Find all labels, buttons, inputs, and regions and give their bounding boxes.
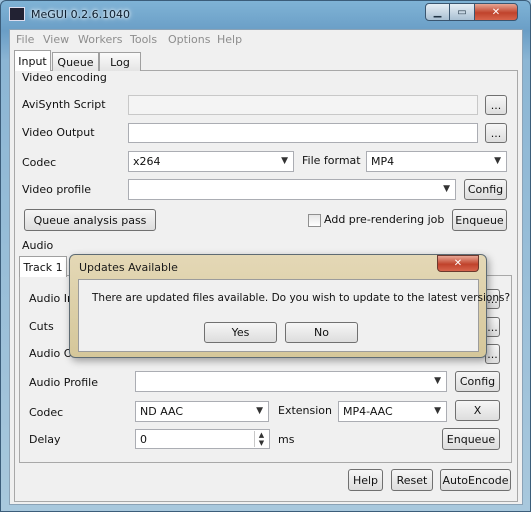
menu-file[interactable]: File: [16, 33, 34, 46]
queue-analysis-pass-button[interactable]: Queue analysis pass: [24, 209, 156, 231]
menu-workers[interactable]: Workers: [78, 33, 122, 46]
audio-input-label: Audio In: [29, 292, 74, 305]
video-codec-label: Codec: [22, 156, 57, 169]
audio-heading: Audio: [22, 239, 54, 252]
updates-dialog: Updates Available ✕ There are updated fi…: [69, 254, 510, 358]
video-codec-value: x264: [133, 155, 161, 168]
dialog-message: There are updated files available. Do yo…: [92, 292, 511, 304]
maximize-button[interactable]: ▭: [449, 3, 475, 21]
tab-track-1[interactable]: Track 1: [19, 256, 67, 277]
audio-output-label: Audio O: [29, 347, 73, 360]
chevron-down-icon: ▼: [434, 376, 441, 386]
tab-queue[interactable]: Queue: [52, 52, 99, 71]
audio-profile-label: Audio Profile: [29, 376, 98, 389]
autoencode-button[interactable]: AutoEncode: [440, 469, 511, 491]
title-bar[interactable]: MeGUI 0.2.6.1040 ▁ ▭ ✕: [1, 1, 530, 29]
minimize-button[interactable]: ▁: [425, 3, 450, 21]
delay-label: Delay: [29, 433, 61, 446]
file-format-select[interactable]: MP4 ▼: [366, 151, 507, 172]
chevron-down-icon: ▼: [494, 156, 501, 166]
tab-log[interactable]: Log: [99, 52, 141, 71]
add-prerendering-checkbox[interactable]: [308, 214, 321, 227]
video-output-field[interactable]: [128, 123, 478, 143]
app-icon: [9, 7, 25, 21]
audio-output-browse-button[interactable]: ...: [485, 344, 500, 364]
extension-label: Extension: [278, 404, 333, 417]
dialog-title: Updates Available: [79, 261, 178, 274]
video-encoding-heading: Video encoding: [22, 71, 107, 84]
remove-audio-button[interactable]: X: [455, 400, 500, 421]
cuts-browse-button[interactable]: ...: [485, 317, 500, 337]
audio-codec-select[interactable]: ND AAC ▼: [135, 401, 269, 422]
video-codec-select[interactable]: x264 ▼: [128, 151, 294, 172]
add-prerendering-label: Add pre-rendering job: [324, 213, 445, 226]
chevron-down-icon: ▼: [281, 156, 288, 166]
video-output-browse-button[interactable]: ...: [485, 123, 507, 143]
file-format-label: File format: [302, 154, 361, 167]
reset-button[interactable]: Reset: [391, 469, 433, 491]
video-profile-select[interactable]: ▼: [128, 179, 456, 200]
close-button[interactable]: ✕: [474, 3, 518, 21]
no-button[interactable]: No: [285, 322, 358, 343]
video-enqueue-button[interactable]: Enqueue: [452, 209, 507, 231]
audio-enqueue-button[interactable]: Enqueue: [442, 428, 500, 450]
delay-input[interactable]: 0 ▲ ▼: [135, 429, 270, 449]
help-button[interactable]: Help: [348, 469, 383, 491]
chevron-down-icon: ▼: [256, 406, 263, 416]
avisynth-browse-button[interactable]: ...: [485, 95, 507, 115]
audio-profile-select[interactable]: ▼: [135, 371, 447, 392]
dialog-body: There are updated files available. Do yo…: [78, 279, 510, 352]
menu-view[interactable]: View: [43, 33, 69, 46]
delay-value: 0: [140, 433, 147, 446]
file-format-value: MP4: [371, 155, 395, 168]
avisynth-script-label: AviSynth Script: [22, 98, 106, 111]
yes-button[interactable]: Yes: [204, 322, 277, 343]
menu-options[interactable]: Options: [168, 33, 210, 46]
video-output-label: Video Output: [22, 126, 95, 139]
video-config-button[interactable]: Config: [464, 179, 507, 200]
chevron-down-icon: ▼: [443, 184, 450, 194]
video-profile-label: Video profile: [22, 183, 92, 196]
chevron-down-icon: ▼: [434, 406, 441, 416]
window-title: MeGUI 0.2.6.1040: [31, 8, 131, 21]
cuts-label: Cuts: [29, 320, 54, 333]
delay-unit-label: ms: [278, 433, 295, 446]
tab-input[interactable]: Input: [14, 50, 51, 71]
audio-codec-value: ND AAC: [140, 405, 184, 418]
extension-value: MP4-AAC: [343, 405, 393, 418]
dialog-close-button[interactable]: ✕: [437, 255, 479, 272]
extension-select[interactable]: MP4-AAC ▼: [338, 401, 447, 422]
audio-config-button[interactable]: Config: [455, 371, 500, 392]
menu-tools[interactable]: Tools: [130, 33, 157, 46]
avisynth-script-field[interactable]: [128, 95, 478, 115]
audio-codec-label: Codec: [29, 406, 64, 419]
spinner-arrows-icon[interactable]: ▲ ▼: [254, 431, 268, 447]
menu-help[interactable]: Help: [217, 33, 242, 46]
